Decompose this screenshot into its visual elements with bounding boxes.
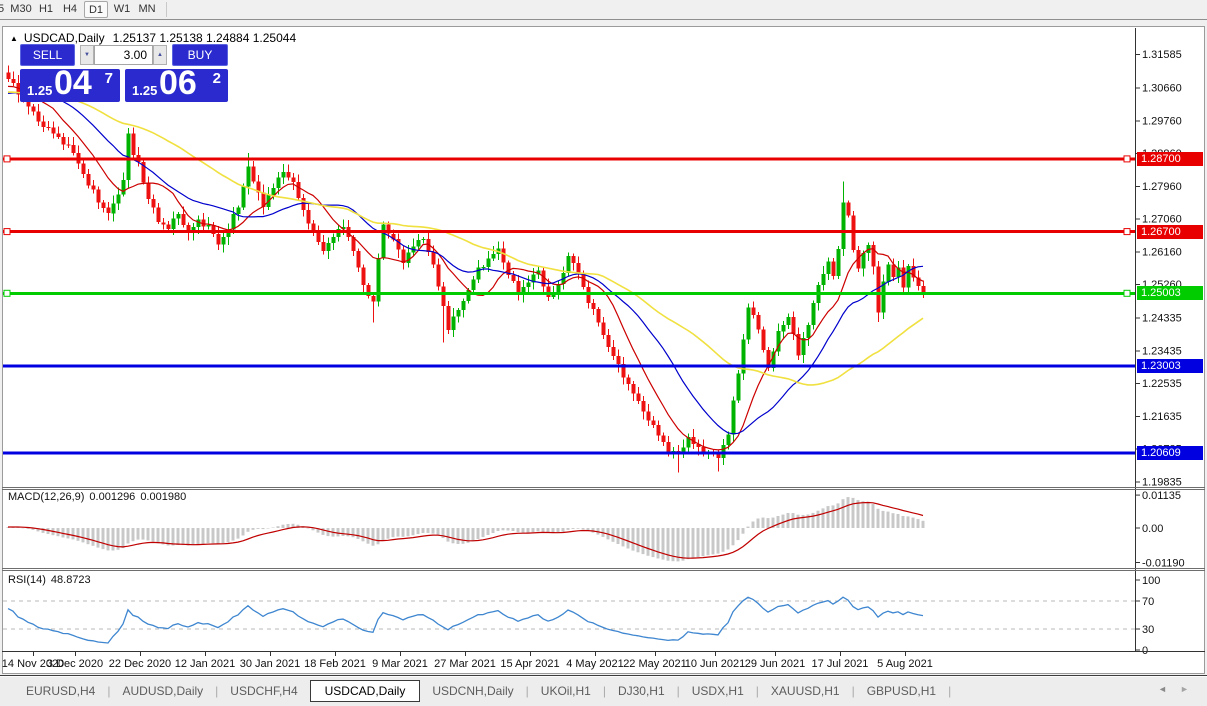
price-tick-label: 1.19835: [1142, 476, 1182, 488]
chart-tabs: EURUSD,H4 | AUDUSD,Daily | USDCHF,H4 USDCAD,D…: [14, 680, 951, 704]
rsi-tick-label: 100: [1142, 575, 1160, 587]
chart-tab-dj30-h1[interactable]: DJ30,H1: [606, 681, 677, 701]
macd-tick-label: 0.01135: [1142, 490, 1181, 502]
price-level-badge: 1.20609: [1137, 446, 1203, 460]
macd-tick-label: 0.00: [1142, 523, 1163, 535]
price-tick-label: 1.31585: [1142, 49, 1182, 61]
date-label: 30 Jan 2021: [240, 658, 301, 670]
timeframe-button-h4[interactable]: H4: [58, 1, 82, 18]
buy-price-big-digits: 06: [159, 64, 197, 102]
tab-separator: |: [948, 684, 952, 698]
buy-button[interactable]: BUY: [172, 44, 228, 66]
date-label: 3 Dec 2020: [47, 658, 103, 670]
sell-price-button[interactable]: 1.25 04 7: [20, 64, 120, 102]
toolbar-separator: [166, 2, 167, 17]
one-click-trading-panel: SELL ▼ 3.00 ▲ BUY 1.25 04 7 1.25 06 2: [20, 42, 228, 102]
price-level-badge: 1.28700: [1137, 152, 1203, 166]
date-label: 22 May 2021: [623, 658, 687, 670]
macd-tick-label: -0.01190: [1142, 558, 1185, 570]
volume-increase-button[interactable]: ▲: [153, 45, 167, 65]
rsi-name: RSI(14): [8, 574, 46, 586]
panel-collapse-icon[interactable]: ▲: [10, 34, 18, 43]
price-tick-label: 1.29760: [1142, 115, 1182, 127]
rsi-value: 48.8723: [50, 574, 91, 586]
date-label: 18 Feb 2021: [304, 658, 366, 670]
tab-scroll-left-icon[interactable]: ◄: [1158, 684, 1167, 694]
chart-tab-ukoil-h1[interactable]: UKOil,H1: [529, 681, 603, 701]
horizontal-line-objects: [3, 155, 1135, 455]
timeframe-toolbar: 5M30H1H4D1W1MN: [0, 0, 1207, 20]
price-tick-label: 1.27960: [1142, 181, 1182, 193]
macd-label: MACD(12,26,9) 0.001296 0.001980: [8, 491, 191, 503]
date-label: 15 Apr 2021: [500, 658, 559, 670]
buy-price-button[interactable]: 1.25 06 2: [125, 64, 228, 102]
chart-tab-usdchf-h4[interactable]: USDCHF,H4: [218, 681, 309, 701]
date-label: 27 Mar 2021: [434, 658, 496, 670]
volume-decrease-button[interactable]: ▼: [80, 45, 94, 65]
macd-name: MACD(12,26,9): [8, 491, 85, 503]
chart-tab-usdx-h1[interactable]: USDX,H1: [680, 681, 756, 701]
date-label: 9 Mar 2021: [372, 658, 428, 670]
rsi-tick-label: 30: [1142, 624, 1154, 636]
price-tick-label: 1.21635: [1142, 411, 1182, 423]
price-level-badge: 1.25003: [1137, 286, 1203, 300]
date-label: 10 Jun 2021: [685, 658, 746, 670]
buy-price-base: 1.25: [132, 83, 158, 98]
price-tick-label: 1.26160: [1142, 246, 1182, 258]
timeframe-button-mn[interactable]: MN: [136, 1, 158, 18]
price-tick-label: 1.27060: [1142, 214, 1182, 226]
axes: 1.315851.306601.297601.288601.279601.270…: [2, 28, 1205, 670]
macd-value: 0.001296: [89, 491, 136, 503]
timeframe-button-w1[interactable]: W1: [110, 1, 134, 18]
price-tick-label: 1.23435: [1142, 345, 1182, 357]
volume-input[interactable]: 3.00: [94, 45, 153, 65]
date-label: 12 Jan 2021: [175, 658, 236, 670]
timeframe-button-h1[interactable]: H1: [34, 1, 58, 18]
price-tick-label: 1.22535: [1142, 378, 1182, 390]
chart-tab-bar: EURUSD,H4 | AUDUSD,Daily | USDCHF,H4 USDCAD,D…: [0, 676, 1207, 706]
date-label: 17 Jul 2021: [812, 658, 869, 670]
chart-tab-eurusd-h4[interactable]: EURUSD,H4: [14, 681, 107, 701]
rsi-plot: [3, 596, 1135, 644]
price-chart-canvas[interactable]: 1.315851.306601.297601.288601.279601.270…: [0, 0, 1207, 706]
timeframe-button-m30[interactable]: M30: [8, 1, 34, 18]
date-label: 5 Aug 2021: [877, 658, 933, 670]
price-level-badge: 1.23003: [1137, 359, 1203, 373]
date-label: 4 May 2021: [566, 658, 623, 670]
chart-tab-gbpusd-h1[interactable]: GBPUSD,H1: [855, 681, 948, 701]
macd-signal-value: 0.001980: [140, 491, 187, 503]
chart-tab-usdcad-daily[interactable]: USDCAD,Daily: [309, 680, 421, 702]
timeframe-button-d1[interactable]: D1: [84, 1, 108, 18]
sell-price-base: 1.25: [27, 83, 53, 98]
date-label: 29 Jun 2021: [745, 658, 806, 670]
chart-tab-xauusd-h1[interactable]: XAUUSD,H1: [759, 681, 852, 701]
macd-plot: [6, 497, 925, 562]
date-label: 22 Dec 2020: [109, 658, 171, 670]
chart-tab-usdcnh-daily[interactable]: USDCNH,Daily: [420, 681, 525, 701]
sell-price-big-digits: 04: [54, 64, 92, 102]
candles-and-mas: [6, 65, 926, 473]
tab-scroll-right-icon[interactable]: ►: [1180, 684, 1189, 694]
sell-button[interactable]: SELL: [20, 44, 75, 66]
timeframe-button-5[interactable]: 5: [0, 1, 6, 18]
rsi-tick-label: 70: [1142, 596, 1154, 608]
sell-price-pip-digit: 7: [104, 70, 113, 87]
chart-tab-audusd-daily[interactable]: AUDUSD,Daily: [110, 681, 215, 701]
price-level-badge: 1.26700: [1137, 225, 1203, 239]
price-tick-label: 1.30660: [1142, 83, 1182, 95]
rsi-label: RSI(14) 48.8723: [8, 574, 96, 586]
price-tick-label: 1.24335: [1142, 313, 1182, 325]
buy-price-pip-digit: 2: [212, 70, 221, 87]
